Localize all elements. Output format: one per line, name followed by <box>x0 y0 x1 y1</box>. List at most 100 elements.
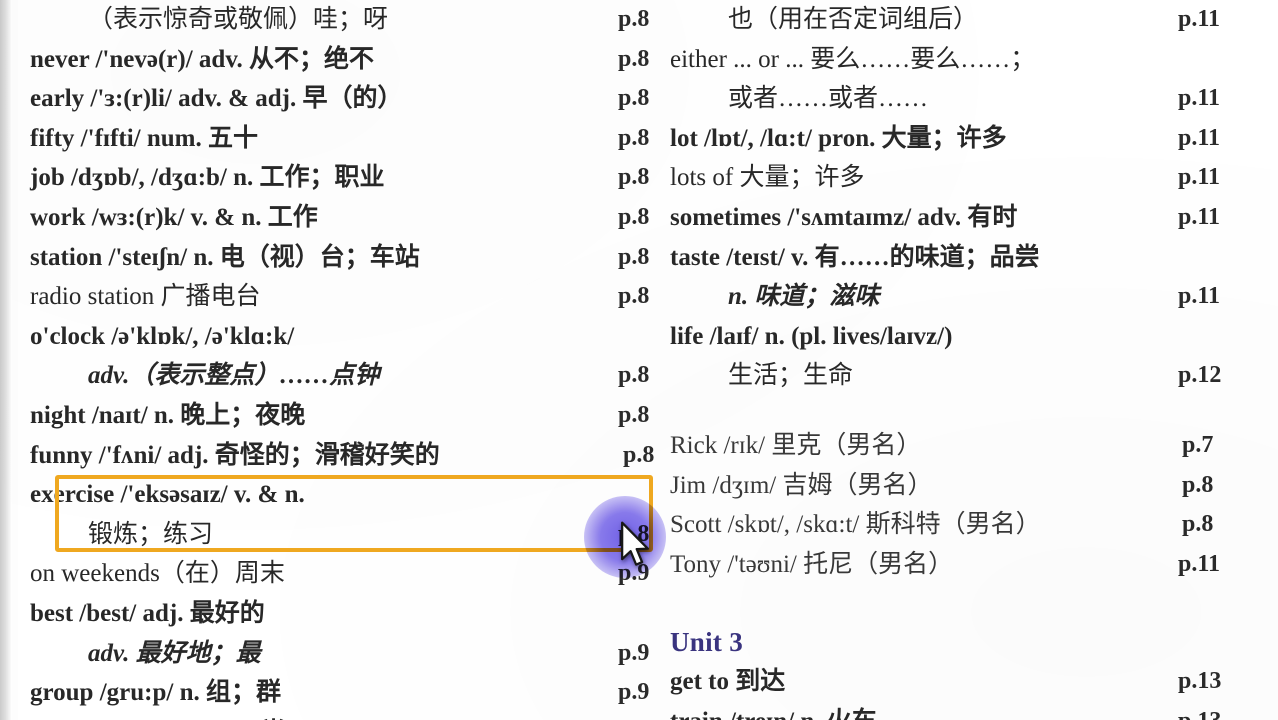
entry-page-number: p.11 <box>1178 550 1221 577</box>
entry-page-number: p.8 <box>618 243 650 270</box>
proper-noun-entry[interactable]: Rick /rɪk/ 里克（男名） p.7 <box>670 426 1278 466</box>
entry-text: on weekends（在）周末 <box>30 560 285 588</box>
word-entry[interactable]: either ... or ... 要么……要么……； <box>670 40 1278 80</box>
entry-page-number: p.8 <box>618 203 650 230</box>
entry-page-number: p.9 <box>618 560 650 587</box>
word-entry[interactable]: job /dʒɒb/, /dʒɑ:b/ n. 工作；职业 p.8 <box>30 158 660 198</box>
word-entry[interactable]: life /laɪf/ n. (pl. lives/laɪvz/) <box>670 317 1278 357</box>
entry-page-number: p.11 <box>1178 6 1221 32</box>
entry-text: get to 到达 <box>670 668 786 696</box>
entry-page-number: p.8 <box>1182 511 1214 538</box>
entry-text: train /treɪn/ n. 火车 <box>670 702 877 720</box>
entry-text: 生活；生命 <box>728 362 854 390</box>
entry-text: group /gru:p/ n. 组；群 <box>30 679 281 707</box>
word-entry[interactable]: train /treɪn/ n. 火车 p.13 <box>670 702 1278 720</box>
entry-text: lot /lɒt/, /lɑ:t/ pron. 大量；许多 <box>670 124 1007 152</box>
glossary-page: （表示惊奇或敬佩）哇；呀 p.8 never /'nevə(r)/ adv. 从… <box>0 0 1278 720</box>
entry-page-number: p.8 <box>618 85 650 112</box>
entry-text: night /naɪt/ n. 晚上；夜晚 <box>30 401 306 429</box>
entry-text: best /best/ adj. 最好的 <box>30 599 265 627</box>
entry-text: 也（用在否定词组后） <box>728 6 979 33</box>
word-entry[interactable]: night /naɪt/ n. 晚上；夜晚 p.8 <box>30 396 660 436</box>
word-entry[interactable]: on weekends（在）周末 p.9 <box>30 554 660 594</box>
entry-text: Jim /dʒɪm/ 吉姆（男名） <box>670 471 933 499</box>
word-entry-clipped[interactable]: half /hɑ:f/, /hæf/ n. 一半 p.9 <box>30 713 660 720</box>
word-entry[interactable]: fifty /'fɪfti/ num. 五十 p.8 <box>30 119 660 159</box>
entry-page-number: p.8 <box>618 401 650 428</box>
entry-text: Rick /rɪk/ 里克（男名） <box>670 431 922 459</box>
entry-text: life /laɪf/ n. (pl. lives/laɪvz/) <box>670 322 953 350</box>
word-entry[interactable]: taste /teɪst/ v. 有……的味道；品尝 <box>670 238 1278 278</box>
entry-page-number: p.8 <box>618 520 650 547</box>
entry-text: work /wɜ:(r)k/ v. & n. 工作 <box>30 203 318 231</box>
word-entry[interactable]: station /'steɪʃn/ n. 电（视）台；车站 p.8 <box>30 238 660 278</box>
entry-page-number: p.13 <box>1178 702 1221 720</box>
proper-nouns-group: Rick /rɪk/ 里克（男名） p.7 Jim /dʒɪm/ 吉姆（男名） … <box>670 426 1278 584</box>
entry-text: half /hɑ:f/, /hæf/ n. 一半 <box>30 713 286 720</box>
entry-text: taste /teɪst/ v. 有……的味道；品尝 <box>670 243 1040 271</box>
entry-page-number: p.11 <box>1178 203 1221 230</box>
entry-text: Scott /skɒt/, /skɑ:t/ 斯科特（男名） <box>670 511 1041 539</box>
word-entry-continuation[interactable]: adv. 最好地；最 p.9 <box>30 634 660 674</box>
proper-noun-entry[interactable]: Scott /skɒt/, /skɑ:t/ 斯科特（男名） p.8 <box>670 505 1278 545</box>
entry-text: 或者……或者…… <box>728 85 929 113</box>
entry-page-number: p.11 <box>1178 124 1221 151</box>
entry-text: 锻炼；练习 <box>88 520 214 548</box>
word-entry[interactable]: funny /'fʌni/ adj. 奇怪的；滑稽好笑的 p.8 <box>30 436 660 476</box>
right-word-column: 也（用在否定词组后） p.11 either ... or ... 要么……要么… <box>660 0 1278 720</box>
word-entry[interactable]: work /wɜ:(r)k/ v. & n. 工作 p.8 <box>30 198 660 238</box>
entry-page-number: p.8 <box>618 6 650 32</box>
entry-text: funny /'fʌni/ adj. 奇怪的；滑稽好笑的 <box>30 441 440 469</box>
word-entry-exercise[interactable]: exercise /'eksəsaɪz/ v. & n. <box>30 475 660 515</box>
entry-page-number: p.9 <box>618 679 650 706</box>
word-entry-continuation[interactable]: 或者……或者…… p.11 <box>670 79 1278 119</box>
entry-text: （表示惊奇或敬佩）哇；呀 <box>88 6 389 33</box>
entry-text: sometimes /'sʌmtaɪmz/ adv. 有时 <box>670 203 1018 231</box>
entry-page-number: p.8 <box>618 45 650 72</box>
entry-text: early /'ɜ:(r)li/ adv. & adj. 早（的） <box>30 85 403 113</box>
unit-heading: Unit 3 <box>670 627 744 658</box>
proper-noun-entry[interactable]: Tony /'təʊni/ 托尼（男名） p.11 <box>670 545 1278 585</box>
word-entry-continuation[interactable]: 也（用在否定词组后） p.11 <box>670 0 1278 40</box>
entry-page-number: p.9 <box>618 713 649 720</box>
word-entry[interactable]: radio station 广播电台 p.8 <box>30 277 660 317</box>
word-entry[interactable]: group /gru:p/ n. 组；群 p.9 <box>30 673 660 713</box>
word-entry[interactable]: get to 到达 p.13 <box>670 662 1278 702</box>
word-entry-continuation[interactable]: 生活；生命 p.12 <box>670 356 1278 396</box>
entry-text: adv. 最好地；最 <box>88 639 261 667</box>
entry-page-number: p.7 <box>1182 431 1214 458</box>
entry-page-number: p.8 <box>618 362 650 389</box>
entry-text: lots of 大量；许多 <box>670 164 865 192</box>
entry-page-number: p.11 <box>1178 85 1221 112</box>
entry-page-number: p.12 <box>1178 362 1222 389</box>
entry-text: adv.（表示整点）……点钟 <box>88 362 380 390</box>
proper-noun-entry[interactable]: Jim /dʒɪm/ 吉姆（男名） p.8 <box>670 466 1278 506</box>
entry-page-number: p.11 <box>1178 283 1221 310</box>
entry-text: fifty /'fɪfti/ num. 五十 <box>30 124 259 152</box>
entry-page-number: p.9 <box>618 639 650 666</box>
word-entry[interactable]: early /'ɜ:(r)li/ adv. & adj. 早（的） p.8 <box>30 79 660 119</box>
entry-text: never /'nevə(r)/ adv. 从不；绝不 <box>30 45 374 73</box>
word-entry[interactable]: sometimes /'sʌmtaɪmz/ adv. 有时 p.11 <box>670 198 1278 238</box>
word-entry-continuation[interactable]: adv.（表示整点）……点钟 p.8 <box>30 356 660 396</box>
word-entry-exercise-continuation[interactable]: 锻炼；练习 p.8 <box>30 515 660 555</box>
word-entry-continuation[interactable]: n. 味道；滋味 p.11 <box>670 277 1278 317</box>
word-entry[interactable]: lot /lɒt/, /lɑ:t/ pron. 大量；许多 p.11 <box>670 119 1278 159</box>
entry-text: n. 味道；滋味 <box>728 283 880 311</box>
entry-text: exercise /'eksəsaɪz/ v. & n. <box>30 481 305 509</box>
word-entry[interactable]: best /best/ adj. 最好的 <box>30 594 660 634</box>
word-entry[interactable]: （表示惊奇或敬佩）哇；呀 p.8 <box>30 0 660 40</box>
entry-page-number: p.8 <box>618 124 650 151</box>
entry-page-number: p.8 <box>618 164 650 191</box>
word-entry[interactable]: never /'nevə(r)/ adv. 从不；绝不 p.8 <box>30 40 660 80</box>
left-word-column: （表示惊奇或敬佩）哇；呀 p.8 never /'nevə(r)/ adv. 从… <box>0 0 660 720</box>
entry-text: job /dʒɒb/, /dʒɑ:b/ n. 工作；职业 <box>30 164 385 192</box>
entry-text: either ... or ... 要么……要么……； <box>670 45 1036 73</box>
entry-text: o'clock /ə'klɒk/, /ə'klɑ:k/ <box>30 322 295 350</box>
word-entry[interactable]: lots of 大量；许多 p.11 <box>670 158 1278 198</box>
entry-page-number: p.8 <box>623 441 655 468</box>
word-entry[interactable]: o'clock /ə'klɒk/, /ə'klɑ:k/ <box>30 317 660 357</box>
entry-page-number: p.8 <box>1182 471 1214 498</box>
